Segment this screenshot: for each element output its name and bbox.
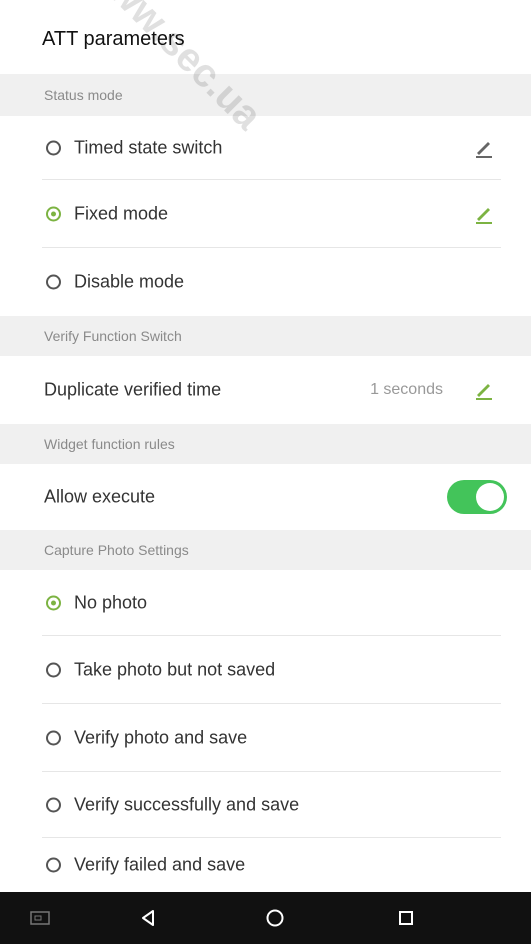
toggle-knob xyxy=(476,483,504,511)
recents-icon[interactable] xyxy=(397,909,415,927)
navigation-bar xyxy=(0,892,531,944)
screenshot-icon[interactable] xyxy=(30,910,50,926)
option-verify-photo-save[interactable]: Verify photo and save xyxy=(0,704,531,772)
radio-unchecked-icon[interactable] xyxy=(46,140,61,156)
section-header-capture-photo-settings: Capture Photo Settings xyxy=(0,530,531,570)
radio-unchecked-icon[interactable] xyxy=(46,274,61,290)
edit-icon[interactable] xyxy=(473,137,495,159)
section-header-status-mode: Status mode xyxy=(0,74,531,116)
radio-checked-icon[interactable] xyxy=(46,206,61,222)
option-label: Fixed mode xyxy=(74,203,169,224)
setting-value: 1 seconds xyxy=(370,381,443,398)
radio-unchecked-icon[interactable] xyxy=(46,857,61,873)
duplicate-verified-time-row[interactable]: Duplicate verified time 1 seconds xyxy=(0,356,531,424)
setting-label: Duplicate verified time xyxy=(44,379,222,400)
radio-unchecked-icon[interactable] xyxy=(46,662,61,678)
allow-execute-toggle[interactable] xyxy=(447,480,507,514)
option-disable-mode[interactable]: Disable mode xyxy=(0,248,531,316)
option-label: Verify photo and save xyxy=(74,727,248,748)
section-header-widget-function-rules: Widget function rules xyxy=(0,424,531,464)
option-label: Disable mode xyxy=(74,271,185,292)
option-fixed-mode[interactable]: Fixed mode xyxy=(0,180,531,248)
section-label: Capture Photo Settings xyxy=(44,542,189,558)
edit-icon[interactable] xyxy=(473,203,495,225)
option-verify-failed-save[interactable]: Verify failed and save xyxy=(0,838,531,892)
section-label: Verify Function Switch xyxy=(44,328,182,344)
option-label: No photo xyxy=(74,592,148,613)
option-label: Timed state switch xyxy=(74,137,223,158)
option-verify-success-save[interactable]: Verify successfully and save xyxy=(0,772,531,838)
back-icon[interactable] xyxy=(139,909,157,927)
section-label: Widget function rules xyxy=(44,436,175,452)
option-timed-state-switch[interactable]: Timed state switch xyxy=(0,116,531,180)
radio-unchecked-icon[interactable] xyxy=(46,797,61,813)
option-take-photo-not-saved[interactable]: Take photo but not saved xyxy=(0,636,531,704)
section-header-verify-function-switch: Verify Function Switch xyxy=(0,316,531,356)
page-title: ATT parameters xyxy=(42,28,185,50)
radio-unchecked-icon[interactable] xyxy=(46,730,61,746)
edit-icon[interactable] xyxy=(473,379,495,401)
option-no-photo[interactable]: No photo xyxy=(0,570,531,636)
section-label: Status mode xyxy=(44,87,123,103)
option-label: Verify failed and save xyxy=(74,854,246,875)
option-label: Verify successfully and save xyxy=(74,794,300,815)
radio-checked-icon[interactable] xyxy=(46,595,61,611)
allow-execute-row[interactable]: Allow execute xyxy=(0,464,531,530)
home-icon[interactable] xyxy=(265,908,285,928)
option-label: Take photo but not saved xyxy=(74,659,276,680)
setting-label: Allow execute xyxy=(44,486,156,507)
att-parameters-screen: ATT parameters Status mode Timed state s… xyxy=(0,0,531,944)
